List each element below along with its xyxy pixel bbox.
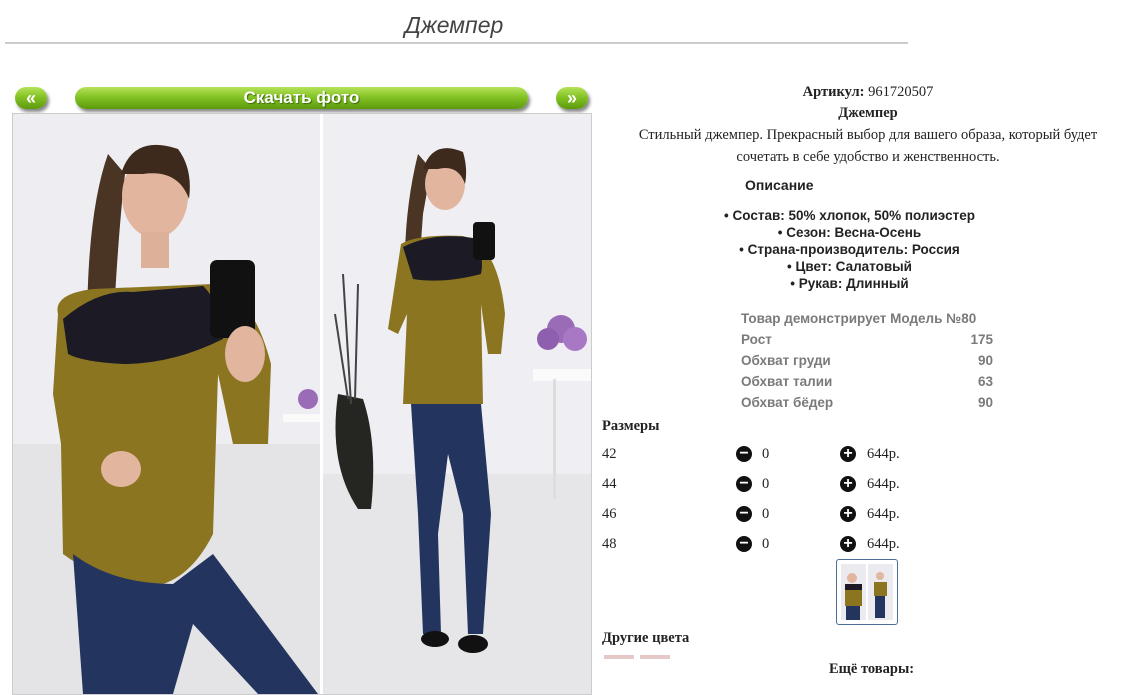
increase-qty-icon[interactable]: + — [840, 476, 856, 492]
page-title: Джемпер — [404, 12, 504, 38]
increase-qty-icon[interactable]: + — [840, 506, 856, 522]
property-item: Страна-производитель: Россия — [602, 241, 1097, 258]
property-item: Рукав: Длинный — [602, 275, 1097, 292]
measurement-label: Обхват груди — [741, 353, 831, 368]
product-photo-gallery — [12, 113, 592, 695]
product-description: Стильный джемпер. Прекрасный выбор для в… — [638, 127, 1098, 165]
article-line: Артикул: 961720507 — [602, 84, 1125, 101]
measurement-label: Обхват талии — [741, 374, 833, 389]
product-photo-full[interactable] — [323, 114, 591, 694]
measurement-label: Рост — [741, 332, 772, 347]
measurement-label: Обхват бёдер — [741, 395, 834, 410]
article-value: 961720507 — [868, 84, 934, 100]
qty-value: 0 — [762, 476, 770, 492]
measurement-value: 90 — [977, 395, 993, 410]
increase-qty-icon[interactable]: + — [840, 446, 856, 462]
property-item: Сезон: Весна-Осень — [602, 224, 1097, 241]
product-photo-front[interactable] — [13, 114, 320, 694]
sizes-heading: Размеры — [602, 418, 660, 434]
size-price: 644р. — [867, 446, 900, 462]
size-price: 644р. — [867, 536, 900, 552]
model-measurements: Товар демонстрирует Модель №80 Рост 175 … — [741, 308, 993, 413]
color-swatch[interactable] — [604, 655, 634, 659]
size-label: 42 — [602, 446, 617, 462]
next-photo-button[interactable]: » — [556, 87, 588, 109]
size-price: 644р. — [867, 506, 900, 522]
decrease-qty-icon[interactable]: − — [736, 506, 752, 522]
decrease-qty-icon[interactable]: − — [736, 536, 752, 552]
measurement-value: 175 — [970, 332, 993, 347]
qty-value: 0 — [762, 446, 770, 462]
details-heading: Описание — [745, 177, 814, 193]
measurement-row: Обхват талии 63 — [741, 371, 993, 392]
qty-value: 0 — [762, 536, 770, 552]
qty-value: 0 — [762, 506, 770, 522]
size-row: 46 − 0 + 644р. — [602, 506, 932, 536]
measurement-row: Рост 175 — [741, 329, 993, 350]
color-swatch[interactable] — [640, 655, 670, 659]
photo-thumbnail[interactable] — [836, 559, 898, 625]
size-label: 48 — [602, 536, 617, 552]
measurement-value: 90 — [977, 353, 993, 368]
increase-qty-icon[interactable]: + — [840, 536, 856, 552]
more-products-heading: Ещё товары: — [829, 661, 915, 677]
product-name: Джемпер — [838, 105, 898, 121]
decrease-qty-icon[interactable]: − — [736, 476, 752, 492]
article-label: Артикул: — [802, 84, 865, 100]
properties-list: Состав: 50% хлопок, 50% полиэстер Сезон:… — [602, 207, 1097, 292]
other-colors-heading: Другие цвета — [602, 630, 690, 646]
prev-photo-button[interactable]: « — [15, 87, 47, 109]
property-item: Цвет: Салатовый — [602, 258, 1097, 275]
download-photo-button[interactable]: Скачать фото — [75, 87, 528, 109]
decrease-qty-icon[interactable]: − — [736, 446, 752, 462]
size-label: 44 — [602, 476, 617, 492]
model-heading: Товар демонстрирует Модель №80 — [741, 311, 977, 326]
size-label: 46 — [602, 506, 617, 522]
size-row: 44 − 0 + 644р. — [602, 476, 932, 506]
property-item: Состав: 50% хлопок, 50% полиэстер — [602, 207, 1097, 224]
measurement-value: 63 — [977, 374, 993, 389]
measurement-row: Обхват груди 90 — [741, 350, 993, 371]
size-price: 644р. — [867, 476, 900, 492]
title-divider — [5, 42, 908, 44]
size-row: 42 − 0 + 644р. — [602, 446, 932, 476]
measurement-row: Обхват бёдер 90 — [741, 392, 993, 413]
